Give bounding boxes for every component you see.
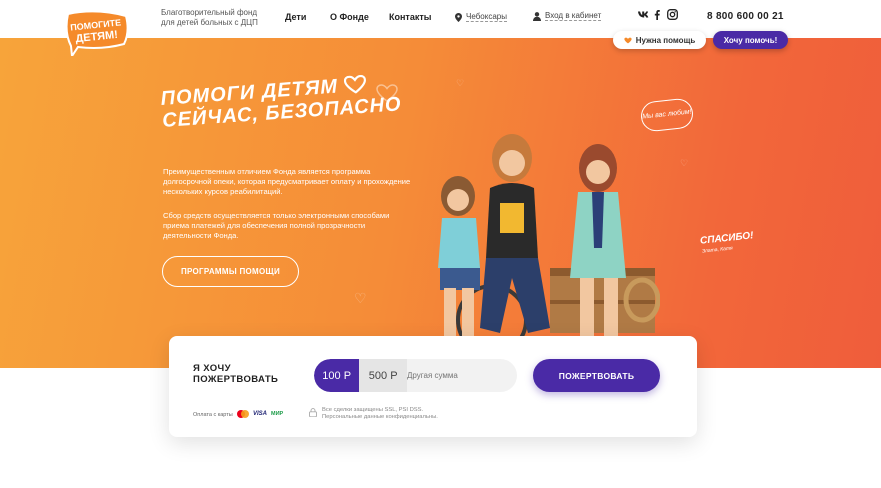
security-line-1: Все сделки защищены SSL, PSI DSS.: [322, 407, 424, 413]
lock-icon: [309, 408, 317, 417]
thanks-text: СПАСИБО!: [699, 230, 755, 247]
children-photo: [438, 134, 660, 356]
security-note: Все сделки защищены SSL, PSI DSS. Персон…: [309, 407, 438, 421]
location-pin-icon: [455, 12, 462, 22]
hero-paragraph-2: Сбор средств осуществляется только элект…: [163, 211, 390, 240]
city-selector[interactable]: Чебоксары: [455, 12, 507, 22]
page: Благотворительный фонд для детей больных…: [0, 0, 881, 488]
donation-title: Я ХОЧУ ПОЖЕРТВОВАТЬ: [193, 363, 279, 385]
nav-about[interactable]: О Фонде: [330, 12, 369, 22]
need-help-button[interactable]: Нужна помощь: [613, 31, 706, 49]
nav-contacts[interactable]: Контакты: [389, 12, 431, 22]
facebook-icon[interactable]: [654, 10, 660, 20]
thanks-signature: Злата, Катя: [701, 245, 734, 255]
want-help-button[interactable]: Хочу помочь!: [713, 31, 788, 49]
phone-number[interactable]: 8 800 600 00 21: [707, 11, 784, 22]
instagram-icon[interactable]: [667, 9, 678, 20]
heart-icon: [344, 74, 367, 94]
heart-icon: [624, 37, 632, 43]
payment-logos: VISA МИР: [237, 410, 283, 418]
other-amount-input[interactable]: [407, 359, 517, 392]
payment-label: Оплата с карты: [193, 412, 233, 418]
hero-section: ПОМОГИ ДЕТЯМ СЕЙЧАС, БЕЗОПАСНО Преимущес…: [0, 38, 881, 368]
city-label: Чебоксары: [466, 12, 507, 22]
hero-paragraph-1: Преимущественным отличием Фонда является…: [163, 167, 411, 196]
mastercard-icon: [237, 410, 249, 418]
hero-title: ПОМОГИ ДЕТЯМ СЕЙЧАС, БЕЗОПАСНО: [160, 71, 402, 132]
nav-children[interactable]: Дети: [285, 12, 306, 22]
amount-500-option[interactable]: 500 Р: [359, 359, 407, 392]
tagline: Благотворительный фонд для детей больных…: [161, 8, 258, 27]
donation-card: Я ХОЧУ ПОЖЕРТВОВАТЬ 100 Р 500 Р ПОЖЕРТВО…: [169, 336, 697, 437]
login-link[interactable]: Вход в кабинет: [533, 11, 602, 21]
love-speech-bubble: Мы вас любим!: [639, 97, 695, 133]
need-help-label: Нужна помощь: [635, 35, 696, 45]
amount-selector: 100 Р 500 Р: [314, 359, 517, 392]
vk-icon[interactable]: [638, 11, 649, 19]
logo[interactable]: ПОМОГИТЕ ДЕТЯМ!: [62, 10, 130, 56]
visa-icon: VISA: [253, 411, 268, 417]
heart-deco-icon: ♡: [354, 290, 367, 306]
mir-icon: МИР: [271, 411, 284, 417]
heart-deco-icon: ♡: [456, 78, 465, 88]
user-icon: [533, 11, 541, 21]
heart-outline-icon: [376, 84, 398, 102]
amount-100-option[interactable]: 100 Р: [314, 359, 360, 392]
login-label: Вход в кабинет: [545, 11, 602, 21]
security-line-2: Персональные данные конфиденциальны.: [322, 414, 438, 420]
heart-deco-icon: ♡: [680, 158, 689, 168]
donate-button[interactable]: ПОЖЕРТВОВАТЬ: [533, 359, 660, 392]
programs-button[interactable]: ПРОГРАММЫ ПОМОЩИ: [162, 256, 299, 287]
